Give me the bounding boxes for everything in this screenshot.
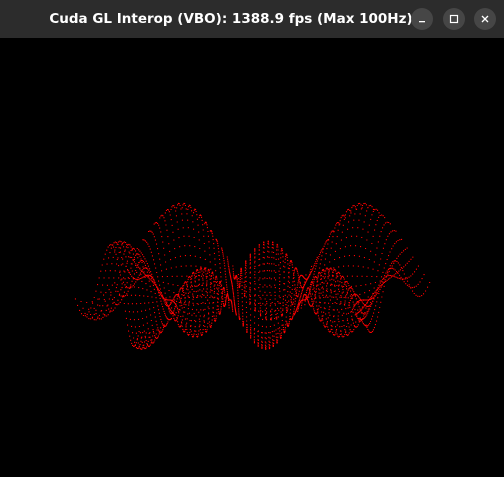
mesh-points [74, 202, 431, 350]
app-window: Cuda GL Interop (VBO): 1388.9 fps (Max 1… [0, 0, 504, 477]
window-title: Cuda GL Interop (VBO): 1388.9 fps (Max 1… [49, 11, 413, 27]
maximize-icon [449, 14, 459, 24]
minimize-button[interactable] [411, 8, 433, 30]
gl-viewport[interactable] [0, 38, 504, 477]
close-icon [480, 14, 490, 24]
close-button[interactable] [474, 8, 496, 30]
sine-wave-mesh [74, 202, 431, 350]
minimize-icon [417, 14, 427, 24]
title-bar[interactable]: Cuda GL Interop (VBO): 1388.9 fps (Max 1… [0, 0, 504, 38]
maximize-button[interactable] [443, 8, 465, 30]
